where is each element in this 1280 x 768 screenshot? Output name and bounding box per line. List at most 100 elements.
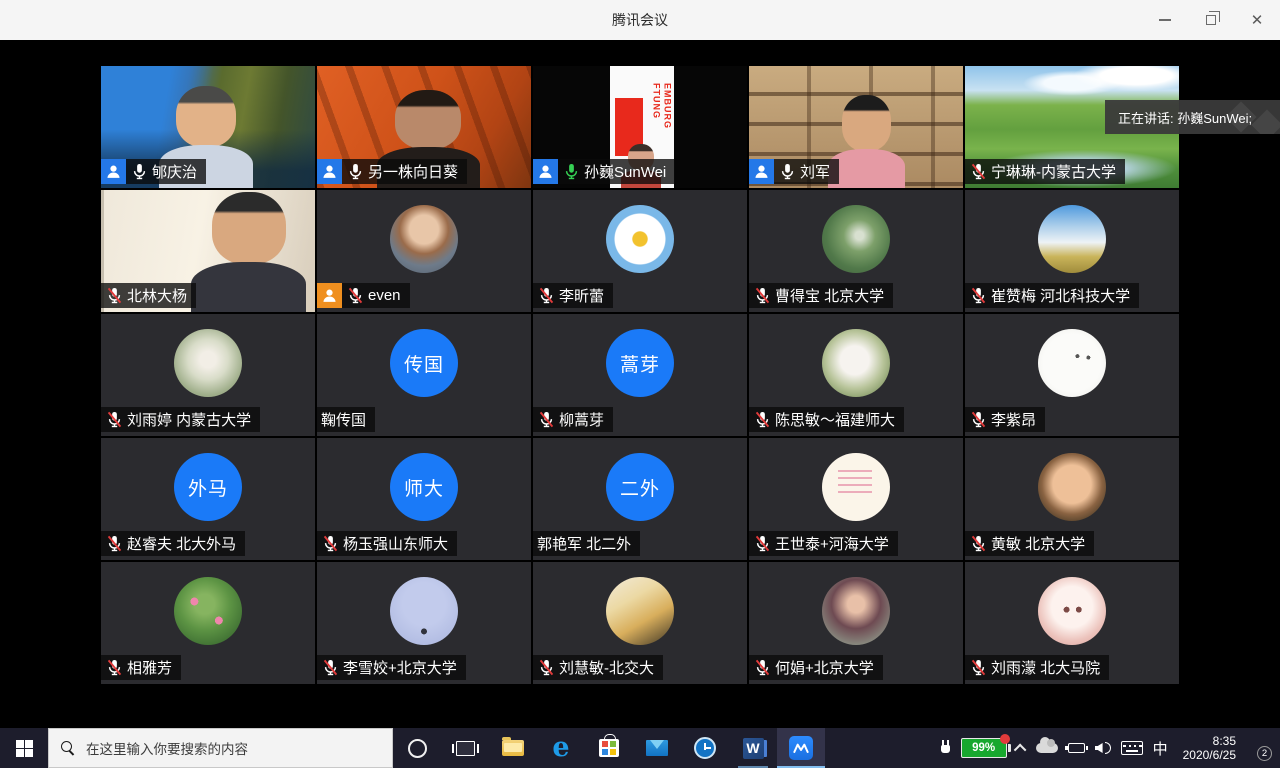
participant-label: 宁琳琳-内蒙古大学 bbox=[965, 159, 1125, 184]
participant-name: 相雅芳 bbox=[127, 657, 172, 678]
participant-label: 何娟+北京大学 bbox=[749, 655, 883, 680]
participant-label: 陈思敏～福建师大 bbox=[749, 407, 904, 432]
participant-avatar: 蒿芽 bbox=[606, 329, 674, 397]
participant-label: 杨玉强山东师大 bbox=[317, 531, 457, 556]
participant-label: 李雪姣+北京大学 bbox=[317, 655, 466, 680]
battery-charging-icon[interactable] bbox=[1068, 743, 1085, 753]
participant-label: 黄敏 北京大学 bbox=[965, 531, 1094, 556]
minimize-icon bbox=[1159, 19, 1171, 21]
participant-tile[interactable]: EMBURG FTUNG even bbox=[317, 190, 531, 312]
participant-tile[interactable]: EMBURG FTUNG 刘雨婷 内蒙古大学 bbox=[101, 314, 315, 436]
participant-tile[interactable]: EMBURG FTUNG 刘雨濛 北大马院 bbox=[965, 562, 1179, 684]
onedrive-cloud-icon[interactable] bbox=[1036, 743, 1058, 753]
store-icon bbox=[599, 739, 619, 757]
participant-face bbox=[828, 95, 905, 188]
ime-indicator[interactable]: 中 bbox=[1153, 738, 1168, 759]
action-center-button[interactable]: 2 bbox=[1244, 739, 1266, 757]
participant-tile[interactable]: EMBURG FTUNG 外马 赵睿夫 北大外马 bbox=[101, 438, 315, 560]
window-title: 腾讯会议 bbox=[612, 10, 668, 30]
participant-avatar bbox=[606, 205, 674, 273]
participant-tile[interactable]: EMBURG FTUNG 传国 鞠传国 bbox=[317, 314, 531, 436]
mic-icon bbox=[105, 286, 124, 305]
participant-label: 崔赞梅 河北科技大学 bbox=[965, 283, 1139, 308]
participant-tile[interactable]: EMBURG FTUNG 另一株向日葵 bbox=[317, 66, 531, 188]
participant-tile[interactable]: EMBURG FTUNG 李雪姣+北京大学 bbox=[317, 562, 531, 684]
close-button[interactable]: ✕ bbox=[1234, 0, 1280, 40]
folder-icon bbox=[502, 740, 524, 756]
start-button[interactable] bbox=[0, 728, 48, 768]
participant-tile[interactable]: EMBURG FTUNG 刘慧敏-北交大 bbox=[533, 562, 747, 684]
word-icon: W bbox=[743, 738, 764, 759]
participant-label: 李紫昂 bbox=[965, 407, 1045, 432]
participant-label: 刘慧敏-北交大 bbox=[533, 655, 663, 680]
windows-logo-icon bbox=[16, 740, 33, 757]
participant-tile[interactable]: EMBURG FTUNG 李紫昂 bbox=[965, 314, 1179, 436]
taskbar-time: 8:35 bbox=[1183, 734, 1236, 748]
participant-tile[interactable]: EMBURG FTUNG 陈思敏～福建师大 bbox=[749, 314, 963, 436]
participant-tile[interactable]: EMBURG FTUNG 黄敏 北京大学 bbox=[965, 438, 1179, 560]
participant-name: 刘军 bbox=[800, 161, 830, 182]
participant-tile[interactable]: EMBURG FTUNG 蒿芽 柳蒿芽 bbox=[533, 314, 747, 436]
maximize-button[interactable] bbox=[1188, 0, 1234, 40]
watermark bbox=[1251, 109, 1280, 134]
touch-keyboard-icon[interactable] bbox=[1121, 741, 1143, 755]
participant-name: 李昕蕾 bbox=[559, 285, 604, 306]
participant-label: 郇庆治 bbox=[101, 159, 206, 184]
participant-tile[interactable]: EMBURG FTUNG 孙巍SunWei bbox=[533, 66, 747, 188]
mail-button[interactable] bbox=[633, 728, 681, 768]
taskbar-search-input[interactable]: 在这里输入你要搜索的内容 bbox=[48, 728, 393, 768]
participant-label: 鞠传国 bbox=[317, 407, 375, 432]
participant-label: even bbox=[317, 283, 410, 308]
task-view-button[interactable] bbox=[441, 728, 489, 768]
participant-name: 鞠传国 bbox=[321, 409, 366, 430]
participant-tile[interactable]: EMBURG FTUNG 北林大杨 bbox=[101, 190, 315, 312]
speaker-icon[interactable] bbox=[1095, 742, 1111, 754]
participant-name: 李紫昂 bbox=[991, 409, 1036, 430]
participant-tile[interactable]: EMBURG FTUNG 刘军 bbox=[749, 66, 963, 188]
participant-name: 何娟+北京大学 bbox=[775, 657, 874, 678]
watermark bbox=[1225, 101, 1256, 132]
participant-name: 另一株向日葵 bbox=[368, 161, 458, 182]
edge-button[interactable]: e bbox=[537, 728, 585, 768]
role-badge-icon bbox=[101, 159, 126, 184]
power-plug-icon[interactable] bbox=[941, 740, 951, 756]
tencent-meeting-button[interactable] bbox=[777, 728, 825, 768]
participant-avatar bbox=[1038, 329, 1106, 397]
mic-icon bbox=[969, 410, 988, 429]
tray-chevron-up-icon[interactable] bbox=[1017, 744, 1026, 753]
mic-icon bbox=[105, 410, 124, 429]
participant-name: 杨玉强山东师大 bbox=[343, 533, 448, 554]
battery-indicator[interactable]: 99% bbox=[961, 738, 1007, 758]
mic-icon bbox=[130, 162, 149, 181]
mic-icon bbox=[321, 658, 340, 677]
search-icon bbox=[61, 741, 76, 756]
participant-label: 另一株向日葵 bbox=[317, 159, 467, 184]
alarms-clock-button[interactable] bbox=[681, 728, 729, 768]
participant-tile[interactable]: EMBURG FTUNG 师大 杨玉强山东师大 bbox=[317, 438, 531, 560]
participant-avatar bbox=[390, 205, 458, 273]
participant-tile[interactable]: EMBURG FTUNG 何娟+北京大学 bbox=[749, 562, 963, 684]
participant-tile[interactable]: EMBURG FTUNG 相雅芳 bbox=[101, 562, 315, 684]
participant-avatar bbox=[822, 205, 890, 273]
participant-name: 北林大杨 bbox=[127, 285, 187, 306]
participant-label: 刘雨婷 内蒙古大学 bbox=[101, 407, 260, 432]
participant-tile[interactable]: EMBURG FTUNG 二外 郭艳军 北二外 bbox=[533, 438, 747, 560]
participant-tile[interactable]: EMBURG FTUNG 曹得宝 北京大学 bbox=[749, 190, 963, 312]
participant-tile[interactable]: EMBURG FTUNG 李昕蕾 bbox=[533, 190, 747, 312]
participant-tile[interactable]: EMBURG FTUNG 崔赞梅 河北科技大学 bbox=[965, 190, 1179, 312]
mic-icon bbox=[753, 410, 772, 429]
participant-tile[interactable]: EMBURG FTUNG 王世泰+河海大学 bbox=[749, 438, 963, 560]
participant-name: 崔赞梅 河北科技大学 bbox=[991, 285, 1130, 306]
word-button[interactable]: W bbox=[729, 728, 777, 768]
avatar-initials: 蒿芽 bbox=[620, 350, 660, 377]
file-explorer-button[interactable] bbox=[489, 728, 537, 768]
participant-label: 赵睿夫 北大外马 bbox=[101, 531, 245, 556]
store-button[interactable] bbox=[585, 728, 633, 768]
participant-label: 郭艳军 北二外 bbox=[533, 531, 640, 556]
participant-tile[interactable]: EMBURG FTUNG 郇庆治 bbox=[101, 66, 315, 188]
cortana-button[interactable] bbox=[393, 728, 441, 768]
taskbar-clock[interactable]: 8:35 2020/6/25 bbox=[1183, 734, 1236, 762]
participant-label: 刘军 bbox=[749, 159, 839, 184]
participant-grid: EMBURG FTUNG 郇庆治 bbox=[101, 66, 1179, 684]
minimize-button[interactable] bbox=[1142, 0, 1188, 40]
